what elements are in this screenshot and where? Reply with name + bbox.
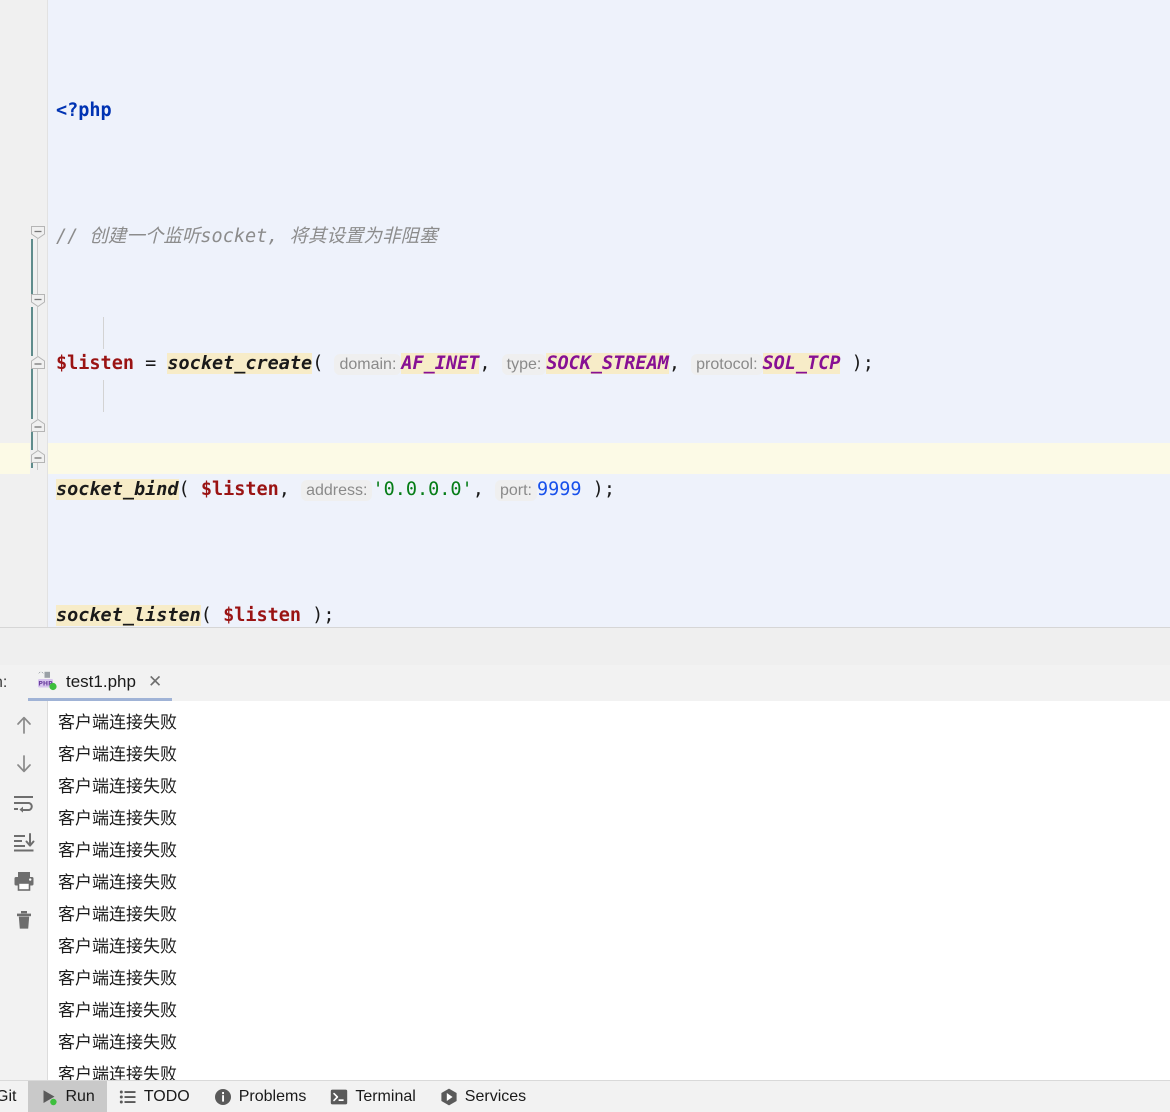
print-icon[interactable] (10, 867, 38, 895)
code-line-3[interactable]: $listen = socket_create( domain: AF_INET,… (47, 348, 874, 380)
punc-comma-3b: , (668, 352, 692, 374)
indent-guide-2 (103, 380, 104, 412)
console-line: 客户端连接失败 (58, 937, 177, 956)
code-editor[interactable]: <?php // 创建一个监听socket, 将其设置为非阻塞 $listen … (0, 0, 1170, 627)
status-bar-item-run[interactable]: Run (28, 1081, 107, 1112)
php-file-icon: PHP (36, 671, 58, 693)
problems-icon (214, 1088, 232, 1106)
punc-comma-4b: , (472, 478, 495, 500)
down-arrow-icon[interactable] (10, 750, 38, 778)
console-line: 客户端连接失败 (58, 809, 177, 828)
tool-window-splitter[interactable] (0, 627, 1170, 667)
fn-socket-bind: socket_bind (56, 478, 179, 500)
status-bar-item-label: Problems (238, 1088, 307, 1105)
num-port: 9999 (536, 478, 582, 500)
close-icon[interactable]: ✕ (148, 672, 162, 692)
code-line-1[interactable]: <?php (47, 95, 874, 127)
run-tool-window: n: PHP test1.php ✕ (0, 665, 1170, 1090)
status-bar-item-terminal[interactable]: Terminal (318, 1081, 427, 1112)
run-tab-test1-php[interactable]: PHP test1.php ✕ (28, 665, 173, 701)
php-open-tag: <?php (56, 99, 112, 121)
fold-marker-while[interactable] (31, 226, 45, 239)
status-bar-item-label: Services (464, 1088, 527, 1105)
console-line: 客户端连接失败 (58, 1001, 177, 1020)
status-bar-item-label: Run (65, 1088, 95, 1105)
status-bar-item-todo[interactable]: TODO (107, 1081, 202, 1112)
status-bar-item-label: Git (0, 1088, 17, 1105)
punc-comma-3a: , (479, 352, 502, 374)
status-bar: Git Run TODO Problems Terminal Services (0, 1080, 1170, 1112)
status-bar-item-label: Terminal (355, 1088, 416, 1105)
console-toolbar (0, 701, 48, 1090)
run-tab-label: test1.php (66, 671, 136, 691)
console-line: 客户端连接失败 (58, 841, 177, 860)
console-line: 客户端连接失败 (58, 873, 177, 892)
const-sock-stream: SOCK_STREAM (546, 352, 669, 374)
indent-guide-1 (103, 317, 104, 349)
code-line-2[interactable]: // 创建一个监听socket, 将其设置为非阻塞 (47, 221, 874, 253)
ide-window: <?php // 创建一个监听socket, 将其设置为非阻塞 $listen … (0, 0, 1170, 1112)
param-hint-address: address: (301, 479, 373, 501)
fold-region-line (37, 232, 38, 470)
status-bar-item-problems[interactable]: Problems (202, 1081, 319, 1112)
param-hint-type: type: (501, 353, 547, 375)
const-af-inet: AF_INET (401, 352, 480, 374)
punc-close-4: ); (581, 478, 615, 500)
gutter-current-line (0, 443, 31, 474)
punc-comma-4a: , (278, 478, 302, 500)
run-window-title: n: (0, 674, 8, 691)
var-listen: $listen (56, 352, 134, 374)
run-icon (40, 1088, 58, 1106)
punc-paren-open-5: ( (200, 605, 224, 627)
code-lines[interactable]: <?php // 创建一个监听socket, 将其设置为非阻塞 $listen … (47, 0, 1170, 627)
param-hint-domain: domain: (334, 353, 402, 375)
todo-icon (119, 1088, 137, 1106)
up-arrow-icon[interactable] (10, 711, 38, 739)
punc-close-5: ); (301, 605, 335, 627)
indent-guide-active (31, 228, 33, 468)
trash-icon[interactable] (10, 906, 38, 934)
punc-close-3: ); (840, 352, 874, 374)
scroll-to-end-icon[interactable] (10, 828, 38, 856)
status-bar-item-git[interactable]: Git (0, 1081, 28, 1112)
status-bar-item-services[interactable]: Services (428, 1081, 538, 1112)
console-output[interactable]: 客户端连接失败 客户端连接失败 客户端连接失败 客户端连接失败 客户端连接失败 客户端连接… (48, 701, 1170, 1080)
console-line: 客户端连接失败 (58, 745, 177, 764)
console-line: 客户端连接失败 (58, 1033, 177, 1052)
status-bar-item-label: TODO (143, 1088, 190, 1105)
console-line: 客户端连接失败 (58, 969, 177, 988)
run-tool-header: n: PHP test1.php ✕ (0, 665, 1170, 701)
fold-marker-close-if[interactable] (31, 419, 45, 432)
param-hint-protocol: protocol: (691, 353, 763, 375)
punc-assign: = (133, 352, 168, 374)
code-line-5[interactable]: socket_listen( $listen ); (47, 600, 874, 627)
param-hint-port: port: (494, 479, 537, 501)
editor-gutter[interactable] (0, 0, 48, 627)
punc-paren-open-3: ( (312, 352, 335, 374)
console-line: 客户端连接失败 (58, 777, 177, 796)
fold-marker-if[interactable] (31, 294, 45, 307)
soft-wrap-icon[interactable] (10, 789, 38, 817)
fn-socket-create: socket_create (167, 352, 313, 374)
const-sol-tcp: SOL_TCP (762, 352, 841, 374)
var-listen-4: $listen (200, 478, 279, 500)
terminal-icon (330, 1088, 348, 1106)
punc-paren-open-4: ( (178, 478, 201, 500)
services-icon (440, 1088, 458, 1106)
var-listen-5: $listen (223, 605, 302, 627)
fold-marker-close-while[interactable] (31, 450, 45, 463)
code-line-4[interactable]: socket_bind( $listen, address: '0.0.0.0',… (47, 474, 874, 506)
fold-marker-else[interactable] (31, 356, 45, 369)
console-line: 客户端连接失败 (58, 1065, 177, 1080)
console-line: 客户端连接失败 (58, 905, 177, 924)
fn-socket-listen: socket_listen (56, 605, 201, 627)
console-line: 客户端连接失败 (58, 713, 177, 732)
comment-create-socket: // 创建一个监听socket, 将其设置为非阻塞 (56, 226, 438, 248)
str-address: '0.0.0.0' (372, 478, 473, 500)
